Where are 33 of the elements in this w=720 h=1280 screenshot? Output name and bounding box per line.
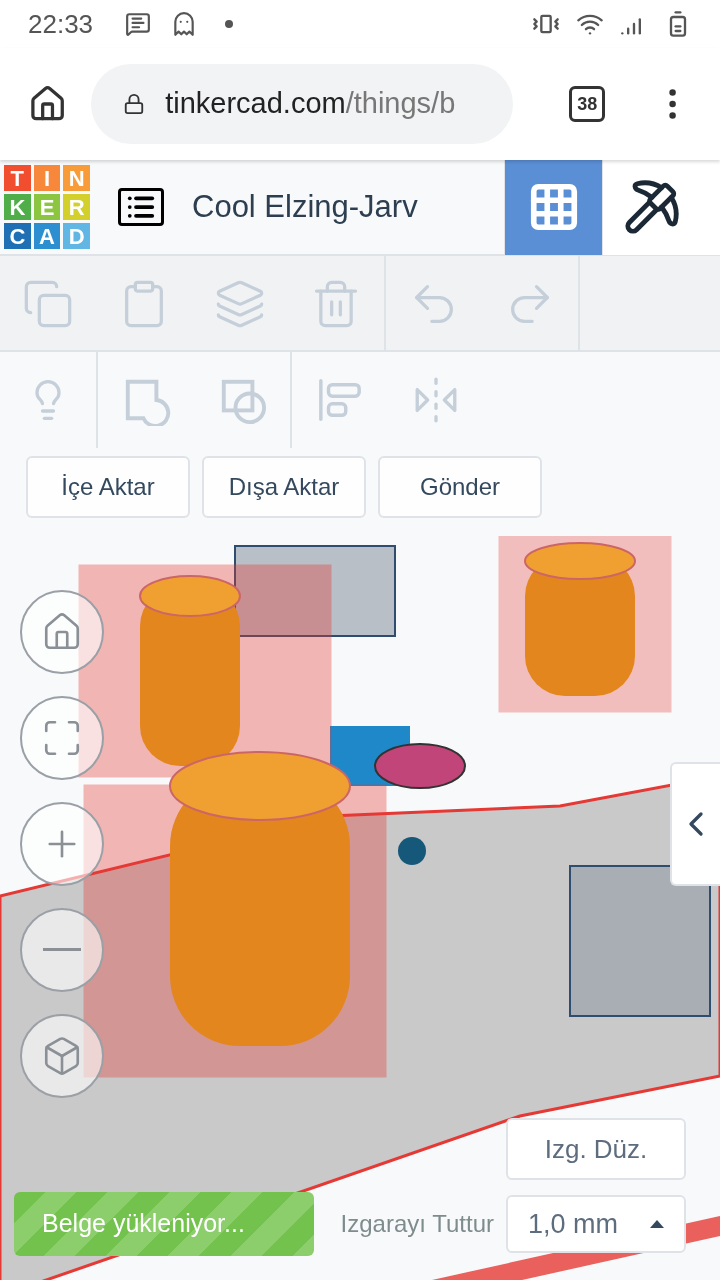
- snap-grid-label: Izgarayı Tuttur: [339, 1209, 494, 1239]
- zoom-out-icon: [43, 948, 81, 952]
- copy-icon: [22, 278, 74, 330]
- caret-up-icon: [650, 1220, 664, 1228]
- action-button[interactable]: İçe Aktar: [26, 456, 190, 518]
- grid-view-button[interactable]: [504, 159, 602, 255]
- url-text: tinkercad.com/things/b: [165, 86, 456, 122]
- pickaxe-icon: [622, 178, 681, 236]
- action-button[interactable]: Gönder: [378, 456, 542, 518]
- logo-letter: A: [33, 223, 61, 249]
- tab-count-button[interactable]: 38: [569, 86, 605, 122]
- collapse-panel-button[interactable]: [670, 762, 720, 886]
- status-time: 22:33: [28, 7, 94, 41]
- layers-icon: [214, 278, 266, 330]
- logo-letter: I: [33, 165, 61, 191]
- logo-letter: C: [4, 223, 31, 249]
- lock-icon: [123, 93, 146, 115]
- snap-grid-select[interactable]: 1,0 mm: [506, 1195, 686, 1253]
- url-field[interactable]: tinkercad.com/things/b: [91, 64, 514, 144]
- action-button[interactable]: Dışa Aktar: [202, 456, 366, 518]
- tinkercad-logo[interactable]: T I N K E R C A D: [4, 165, 90, 249]
- logo-letter: T: [4, 165, 31, 191]
- logo-letter: R: [63, 194, 90, 220]
- message-icon: [125, 11, 152, 37]
- logo-letter: K: [4, 194, 31, 220]
- logo-letter: D: [63, 223, 90, 249]
- design-title: Cool Elzing-Jarv: [192, 187, 418, 226]
- pickaxe-button[interactable]: [602, 159, 720, 255]
- logo-letter: N: [63, 165, 90, 191]
- logo-letter: E: [33, 194, 61, 220]
- loading-toast: Belge yükleniyor...: [14, 1192, 314, 1256]
- align-icon: [317, 377, 363, 423]
- edit-grid-button[interactable]: Izg. Düz.: [506, 1118, 686, 1180]
